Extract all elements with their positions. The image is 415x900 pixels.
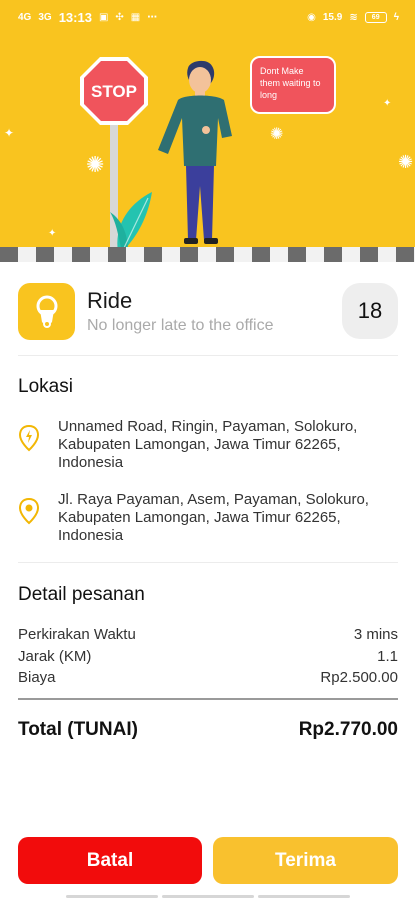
order-details-heading: Detail pesanan (18, 584, 145, 605)
signal-icon: ✣ (115, 11, 124, 23)
detail-label: Biaya (18, 669, 56, 686)
battery-icon: 69 (364, 11, 387, 23)
sparkle-icon: ✦ (48, 228, 57, 239)
detail-row-distance: Jarak (KM) 1.1 (18, 648, 398, 665)
service-card: Ride No longer late to the office 18 (18, 282, 398, 340)
sparkle-icon: ✺ (398, 152, 414, 172)
total-label: Total (TUNAI) (18, 719, 138, 740)
location-pin-icon (18, 424, 40, 452)
pickup-location: Unnamed Road, Ringin, Payaman, Solokuro,… (18, 418, 398, 472)
scooter-icon (18, 282, 75, 340)
detail-row-cost: Biaya Rp2.500.00 (18, 669, 398, 686)
service-subtitle: No longer late to the office (87, 316, 274, 334)
location-heading: Lokasi (18, 376, 73, 397)
wifi-icon: ≋ (349, 11, 358, 23)
detail-value: 3 mins (353, 626, 398, 643)
network-4g-icon: 4G (18, 11, 32, 23)
nav-indicator[interactable] (65, 895, 158, 898)
accept-button[interactable]: Terima (213, 837, 398, 884)
sparkle-icon: ✺ (270, 126, 284, 143)
speech-bubble: Dont Make them waiting to long (250, 56, 336, 114)
order-count-badge: 18 (342, 283, 398, 339)
pickup-address: Unnamed Road, Ringin, Payaman, Solokuro,… (58, 418, 358, 471)
location-pin-icon (18, 497, 40, 525)
destination-location: Jl. Raya Payaman, Asem, Payaman, Solokur… (18, 491, 398, 545)
person-illustration (158, 60, 232, 244)
nav-indicator[interactable] (257, 895, 350, 898)
total-divider (18, 698, 398, 700)
charging-icon: ϟ (393, 11, 399, 23)
sparkle-icon: ✦ (4, 126, 15, 140)
detail-label: Perkirakan Waktu (18, 626, 136, 643)
detail-value: 1.1 (377, 648, 398, 665)
checkered-road-strip (0, 247, 415, 262)
notification-n-icon: ▣ (98, 11, 109, 23)
hero-banner: ✦ ✺ ✺ ✺ ✦ ✦ STOP Dont Make them waiting … (0, 0, 415, 262)
location-icon: ◉ (307, 11, 316, 23)
network-speed: 15.9 (322, 11, 343, 23)
sparkle-icon: ✺ (86, 152, 105, 177)
image-icon: ▦ (130, 11, 141, 23)
detail-row-time: Perkirakan Waktu 3 mins (18, 626, 398, 643)
detail-label: Jarak (KM) (18, 648, 92, 665)
stop-sign: STOP (80, 57, 148, 125)
stop-sign-text: STOP (91, 82, 137, 101)
destination-address: Jl. Raya Payaman, Asem, Payaman, Solokur… (58, 491, 369, 544)
navigation-bar (0, 895, 415, 898)
divider (18, 562, 398, 563)
more-icon: ⋯ (147, 11, 158, 23)
service-title: Ride (87, 287, 133, 313)
status-time: 13:13 (58, 9, 92, 25)
sparkle-icon: ✦ (383, 98, 392, 109)
cancel-button[interactable]: Batal (18, 837, 202, 884)
total-value: Rp2.770.00 (298, 719, 398, 740)
status-bar: 4G 3G 13:13 ▣ ✣ ▦ ⋯ ◉ 15.9 ≋ 69 ϟ (0, 0, 415, 34)
nav-indicator[interactable] (161, 895, 254, 898)
divider (18, 355, 398, 356)
network-3g-icon: 3G (38, 11, 52, 23)
detail-value: Rp2.500.00 (320, 669, 398, 686)
total-row: Total (TUNAI) Rp2.770.00 (18, 719, 398, 741)
